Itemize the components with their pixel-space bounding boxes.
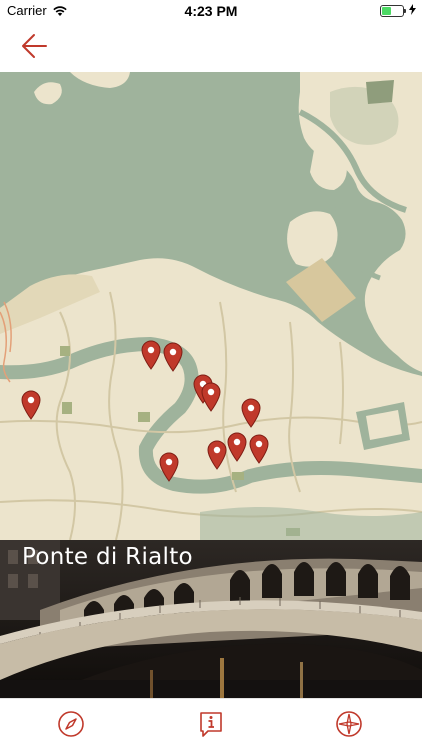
location-card[interactable]: Ponte di Rialto [0, 540, 422, 698]
back-button[interactable] [16, 28, 56, 64]
map-pin-icon[interactable] [248, 434, 270, 464]
crosshair-compass-icon [336, 711, 362, 737]
nav-bar [0, 22, 422, 72]
battery-fill [382, 7, 391, 15]
clock: 4:23 PM [184, 3, 238, 19]
map-pin-icon[interactable] [140, 340, 162, 370]
map-pin-icon[interactable] [162, 342, 184, 372]
battery-icon [380, 5, 406, 17]
map-pin-icon[interactable] [20, 390, 42, 420]
location-title: Ponte di Rialto [22, 544, 193, 570]
tab-info[interactable] [196, 709, 226, 739]
tab-navigation[interactable] [334, 709, 364, 739]
map-pin-icon[interactable] [226, 432, 248, 462]
compass-icon [58, 711, 84, 737]
bolt-icon [409, 4, 416, 18]
tab-bar [0, 698, 422, 751]
map-pin-icon[interactable] [200, 382, 222, 412]
map-pin-icon[interactable] [158, 452, 180, 482]
battery-tip [404, 9, 406, 13]
venice-map[interactable] [0, 72, 422, 540]
map-pin-icon[interactable] [206, 440, 228, 470]
info-icon [200, 712, 222, 737]
arrow-left-icon [22, 34, 47, 58]
map-pin-icon[interactable] [240, 398, 262, 428]
status-bar: Carrier 4:23 PM [0, 0, 422, 22]
tab-compass[interactable] [56, 709, 86, 739]
